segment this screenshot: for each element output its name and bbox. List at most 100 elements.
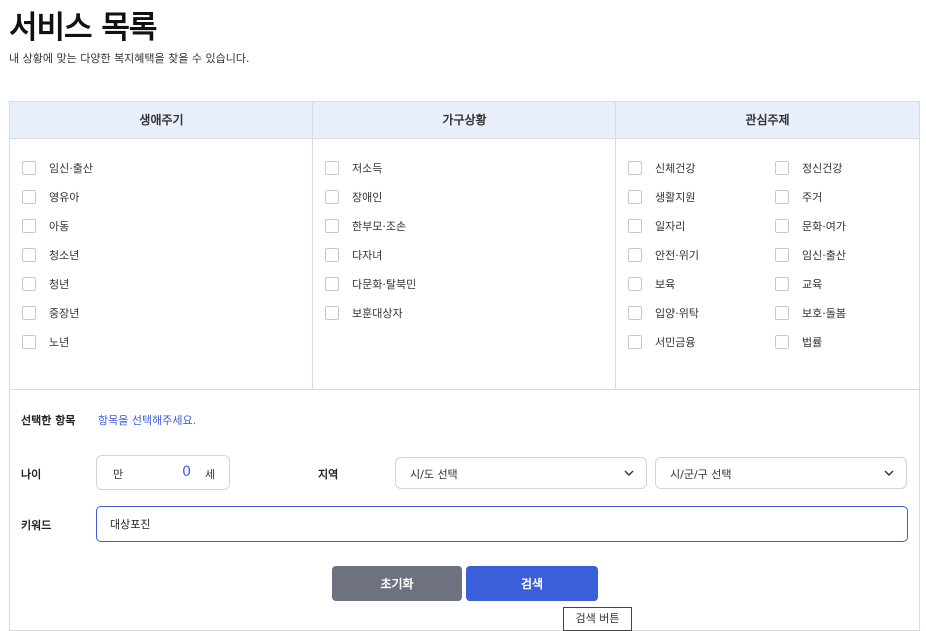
age-input[interactable] [141, 463, 191, 481]
checkbox[interactable] [628, 219, 642, 233]
option-label: 입양·위탁 [655, 307, 699, 320]
option-label: 아동 [49, 220, 70, 233]
column-divider [615, 102, 616, 389]
filter-panel: 생애주기 가구상황 관심주제 임신·출산 영유아 아동 청소년 청년 중장년 노… [9, 101, 920, 631]
search-button-tooltip: 검색 버튼 [563, 607, 632, 631]
option-life-cycle[interactable]: 아동 [22, 217, 69, 235]
checkbox[interactable] [325, 306, 339, 320]
option-label: 서민금융 [655, 336, 696, 349]
page-title: 서비스 목록 [9, 10, 157, 46]
checkbox[interactable] [775, 306, 789, 320]
option-label: 보육 [655, 278, 676, 291]
option-label: 임신·출산 [802, 249, 846, 262]
header-household: 가구상황 [313, 102, 616, 139]
option-interest[interactable]: 일자리 [628, 217, 685, 235]
option-interest[interactable]: 문화·여가 [775, 217, 846, 235]
age-prefix: 만 [113, 468, 124, 481]
option-label: 다자녀 [352, 249, 383, 262]
option-label: 안전·위기 [655, 249, 699, 262]
checkbox[interactable] [325, 219, 339, 233]
option-label: 보훈대상자 [352, 307, 403, 320]
keyword-label: 키워드 [21, 519, 52, 532]
checkbox[interactable] [628, 306, 642, 320]
option-interest[interactable]: 법률 [775, 333, 822, 351]
option-life-cycle[interactable]: 임신·출산 [22, 159, 93, 177]
option-interest[interactable]: 보육 [628, 275, 675, 293]
header-interest-label: 관심주제 [745, 113, 790, 127]
option-label: 신체건강 [655, 162, 696, 175]
option-label: 다문화·탈북민 [352, 278, 417, 291]
checkbox[interactable] [628, 277, 642, 291]
option-label: 일자리 [655, 220, 686, 233]
checkbox[interactable] [775, 190, 789, 204]
option-interest[interactable]: 신체건강 [628, 159, 695, 177]
option-household[interactable]: 장애인 [325, 188, 382, 206]
option-interest[interactable]: 안전·위기 [628, 246, 699, 264]
search-button[interactable]: 검색 [466, 566, 598, 601]
option-interest[interactable]: 보호·돌봄 [775, 304, 846, 322]
option-household[interactable]: 한부모·조손 [325, 217, 406, 235]
header-household-label: 가구상황 [442, 113, 487, 127]
option-label: 보호·돌봄 [802, 307, 846, 320]
checkbox[interactable] [325, 190, 339, 204]
option-label: 정신건강 [802, 162, 843, 175]
age-field: 만 세 [96, 455, 230, 490]
checkbox[interactable] [22, 190, 36, 204]
checkbox[interactable] [22, 306, 36, 320]
option-life-cycle[interactable]: 중장년 [22, 304, 79, 322]
checkbox[interactable] [22, 161, 36, 175]
selected-items-hint: 항목을 선택해주세요. [98, 414, 197, 427]
checkbox[interactable] [628, 248, 642, 262]
column-divider [312, 102, 313, 389]
option-label: 법률 [802, 336, 823, 349]
checkbox[interactable] [628, 335, 642, 349]
chevron-down-icon [884, 470, 894, 476]
option-interest[interactable]: 임신·출산 [775, 246, 846, 264]
checkbox[interactable] [22, 248, 36, 262]
option-label: 장애인 [352, 191, 383, 204]
checkbox[interactable] [775, 219, 789, 233]
checkbox[interactable] [325, 277, 339, 291]
option-household[interactable]: 보훈대상자 [325, 304, 403, 322]
sido-select-value: 시/도 선택 [410, 468, 458, 481]
checkbox[interactable] [775, 277, 789, 291]
option-label: 생활지원 [655, 191, 696, 204]
option-label: 영유아 [49, 191, 80, 204]
checkbox[interactable] [22, 335, 36, 349]
option-label: 청년 [49, 278, 70, 291]
checkbox[interactable] [775, 161, 789, 175]
option-label: 한부모·조손 [352, 220, 407, 233]
option-household[interactable]: 저소득 [325, 159, 382, 177]
keyword-input[interactable] [96, 506, 908, 542]
header-life-cycle: 생애주기 [10, 102, 313, 139]
option-label: 주거 [802, 191, 823, 204]
option-life-cycle[interactable]: 영유아 [22, 188, 79, 206]
checkbox[interactable] [775, 248, 789, 262]
chevron-down-icon [624, 470, 634, 476]
option-life-cycle[interactable]: 청소년 [22, 246, 79, 264]
option-interest[interactable]: 주거 [775, 188, 822, 206]
option-interest[interactable]: 정신건강 [775, 159, 842, 177]
option-interest[interactable]: 서민금융 [628, 333, 695, 351]
option-interest[interactable]: 생활지원 [628, 188, 695, 206]
option-household[interactable]: 다문화·탈북민 [325, 275, 416, 293]
reset-button[interactable]: 초기화 [332, 566, 462, 601]
option-label: 청소년 [49, 249, 80, 262]
checkbox[interactable] [775, 335, 789, 349]
option-interest[interactable]: 입양·위탁 [628, 304, 699, 322]
option-life-cycle[interactable]: 노년 [22, 333, 69, 351]
header-life-cycle-label: 생애주기 [139, 113, 184, 127]
sigungu-select[interactable]: 시/군/구 선택 [655, 457, 907, 489]
checkbox[interactable] [22, 277, 36, 291]
age-label: 나이 [21, 468, 42, 481]
sido-select[interactable]: 시/도 선택 [395, 457, 647, 489]
checkbox[interactable] [628, 190, 642, 204]
checkbox[interactable] [325, 248, 339, 262]
checkbox[interactable] [22, 219, 36, 233]
page-description: 내 상황에 맞는 다양한 복지혜택을 찾을 수 있습니다. [9, 52, 250, 65]
option-household[interactable]: 다자녀 [325, 246, 382, 264]
checkbox[interactable] [325, 161, 339, 175]
option-life-cycle[interactable]: 청년 [22, 275, 69, 293]
checkbox[interactable] [628, 161, 642, 175]
option-interest[interactable]: 교육 [775, 275, 822, 293]
